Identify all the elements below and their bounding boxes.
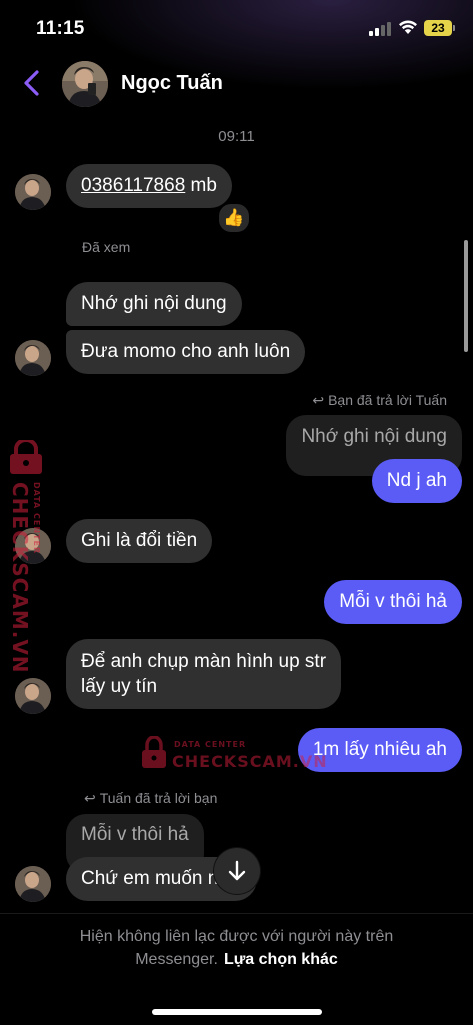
- message-bubble-incoming[interactable]: 0386117868 mb: [66, 164, 232, 208]
- watermark-center: DATA CENTER CHECKSCAM.VN: [140, 734, 327, 774]
- thread-timestamp: 09:11: [218, 128, 255, 145]
- scrollbar[interactable]: [464, 240, 468, 352]
- cellular-signal-icon: [369, 21, 393, 36]
- sender-avatar[interactable]: [15, 340, 51, 376]
- message-bubble-outgoing[interactable]: Nd j ah: [371, 459, 462, 503]
- status-time: 11:15: [36, 18, 85, 39]
- sender-avatar[interactable]: [15, 174, 51, 210]
- battery-cap: [453, 25, 455, 31]
- arrow-down-icon: [228, 860, 246, 881]
- sender-avatar[interactable]: [15, 678, 51, 714]
- seen-indicator: Đã xem: [82, 239, 131, 255]
- sender-avatar[interactable]: [15, 866, 51, 902]
- wifi-icon: [399, 20, 417, 34]
- message-bubble-incoming[interactable]: Đưa momo cho anh luôn: [66, 330, 306, 374]
- phone-number-link[interactable]: 0386117868: [81, 175, 185, 196]
- watermark-brand: CHECKSCAM.VN: [172, 752, 328, 771]
- reply-label: ↩ Bạn đã trả lời Tuấn: [312, 392, 447, 409]
- reply-arrow-icon: ↩: [312, 392, 325, 408]
- status-bar: 11:15 23: [0, 0, 473, 58]
- watermark-sub: DATA CENTER: [174, 740, 247, 749]
- lock-icon: [142, 736, 166, 768]
- thumbs-up-reaction[interactable]: 👍: [217, 202, 251, 234]
- message-bubble-outgoing[interactable]: Mỗi v thôi hả: [324, 580, 462, 624]
- watermark-sub: DATA CENTER: [32, 482, 41, 555]
- back-chevron-icon[interactable]: [20, 68, 44, 98]
- message-line: Để anh chụp màn hình up str: [81, 651, 327, 672]
- scroll-to-bottom-button[interactable]: [214, 848, 260, 894]
- notice-text-line2: Messenger. Lựa chọn khác: [0, 951, 473, 969]
- message-bubble-incoming[interactable]: Nhớ ghi nội dung: [66, 282, 242, 326]
- reply-label-text: Bạn đã trả lời Tuấn: [328, 392, 447, 408]
- lock-icon: [10, 440, 42, 474]
- contact-avatar[interactable]: [62, 61, 108, 107]
- notice-text: Messenger.: [135, 951, 218, 968]
- message-bubble-incoming[interactable]: Ghi là đổi tiền: [66, 519, 213, 563]
- reply-label-text: Tuấn đã trả lời bạn: [99, 790, 218, 806]
- battery-icon: 23: [424, 20, 452, 36]
- home-indicator[interactable]: [152, 1009, 322, 1015]
- notice-text: Hiện không liên lạc được với người này t…: [79, 928, 394, 945]
- other-options-link[interactable]: Lựa chọn khác: [224, 951, 338, 968]
- watermark-brand: CHECKSCAM.VN: [8, 482, 32, 674]
- message-text-suffix: mb: [185, 175, 217, 196]
- footer-notice: Hiện không liên lạc được với người này t…: [0, 913, 473, 1025]
- message-line: lấy uy tín: [81, 676, 158, 697]
- reply-arrow-icon: ↩: [84, 790, 96, 806]
- watermark-vertical: CHECKSCAM.VN DATA CENTER: [4, 440, 52, 674]
- contact-name[interactable]: Ngọc Tuấn: [121, 72, 223, 95]
- reply-label: ↩ Tuấn đã trả lời bạn: [84, 790, 217, 807]
- message-bubble-incoming[interactable]: Để anh chụp màn hình up str lấy uy tín: [66, 639, 342, 709]
